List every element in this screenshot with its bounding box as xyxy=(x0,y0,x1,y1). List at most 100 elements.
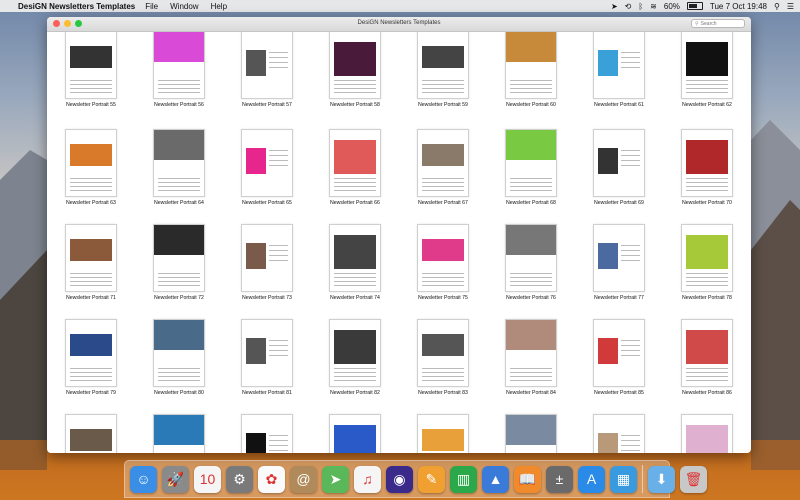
pages-icon[interactable]: ✎ xyxy=(418,465,445,493)
time-machine-icon[interactable]: ⟲ xyxy=(625,2,632,11)
template-item[interactable]: Newsletter Portrait 78 xyxy=(663,222,751,317)
template-thumbnail[interactable] xyxy=(329,224,381,292)
template-item[interactable]: Newsletter Portrait 81 xyxy=(223,317,311,412)
launchpad-icon[interactable]: 🚀 xyxy=(162,465,189,493)
trash-icon[interactable]: 🗑 xyxy=(680,465,707,493)
template-thumbnail[interactable] xyxy=(153,129,205,197)
template-thumbnail[interactable] xyxy=(65,319,117,387)
template-item[interactable] xyxy=(487,412,575,453)
template-thumbnail[interactable] xyxy=(65,414,117,453)
numbers-icon[interactable]: ▥ xyxy=(450,465,477,493)
template-thumbnail[interactable] xyxy=(681,32,733,99)
template-item[interactable]: Newsletter Portrait 76 xyxy=(487,222,575,317)
template-thumbnail[interactable] xyxy=(153,224,205,292)
template-thumbnail[interactable] xyxy=(681,224,733,292)
template-thumbnail[interactable] xyxy=(417,32,469,99)
template-item[interactable]: Newsletter Portrait 64 xyxy=(135,127,223,222)
template-item[interactable] xyxy=(575,412,663,453)
calendar-icon[interactable]: 10 xyxy=(194,465,221,493)
template-thumbnail[interactable] xyxy=(329,414,381,453)
template-thumbnail[interactable] xyxy=(505,414,557,453)
template-item[interactable]: Newsletter Portrait 66 xyxy=(311,127,399,222)
contacts-icon[interactable]: @ xyxy=(290,465,317,493)
maps-icon[interactable]: ➤ xyxy=(322,465,349,493)
template-thumbnail[interactable] xyxy=(329,32,381,99)
itunes-icon[interactable]: ♫ xyxy=(354,465,381,493)
notification-center-icon[interactable]: ☰ xyxy=(787,2,794,11)
template-item[interactable] xyxy=(663,412,751,453)
template-item[interactable]: Newsletter Portrait 65 xyxy=(223,127,311,222)
template-item[interactable]: Newsletter Portrait 86 xyxy=(663,317,751,412)
template-item[interactable]: Newsletter Portrait 84 xyxy=(487,317,575,412)
template-thumbnail[interactable] xyxy=(241,129,293,197)
spotlight-icon[interactable]: ⚲ xyxy=(774,2,780,11)
menu-file[interactable]: File xyxy=(145,2,158,11)
template-thumbnail[interactable] xyxy=(153,414,205,453)
template-item[interactable]: Newsletter Portrait 70 xyxy=(663,127,751,222)
battery-percent[interactable]: 60% xyxy=(664,2,680,11)
search-input[interactable] xyxy=(700,20,745,27)
app-menu[interactable]: DesiGN Newsletters Templates xyxy=(18,2,135,11)
template-item[interactable]: Newsletter Portrait 80 xyxy=(135,317,223,412)
template-item[interactable]: Newsletter Portrait 74 xyxy=(311,222,399,317)
design-newsletters-icon[interactable]: ▦ xyxy=(610,465,637,493)
keynote-icon[interactable]: ▲ xyxy=(482,465,509,493)
template-item[interactable]: Newsletter Portrait 63 xyxy=(47,127,135,222)
template-item[interactable] xyxy=(311,412,399,453)
template-thumbnail[interactable] xyxy=(241,224,293,292)
template-thumbnail[interactable] xyxy=(65,224,117,292)
template-thumbnail[interactable] xyxy=(241,414,293,453)
template-item[interactable]: Newsletter Portrait 55 xyxy=(47,32,135,127)
bluetooth-icon[interactable]: ᛒ xyxy=(638,2,643,11)
template-item[interactable]: Newsletter Portrait 67 xyxy=(399,127,487,222)
template-item[interactable] xyxy=(135,412,223,453)
template-item[interactable]: Newsletter Portrait 62 xyxy=(663,32,751,127)
app-store-icon[interactable]: A xyxy=(578,465,605,493)
battery-icon[interactable] xyxy=(686,2,703,10)
template-thumbnail[interactable] xyxy=(417,319,469,387)
template-item[interactable]: Newsletter Portrait 73 xyxy=(223,222,311,317)
template-thumbnail[interactable] xyxy=(417,129,469,197)
template-item[interactable]: Newsletter Portrait 61 xyxy=(575,32,663,127)
template-thumbnail[interactable] xyxy=(241,319,293,387)
photos-icon[interactable]: ✿ xyxy=(258,465,285,493)
template-item[interactable]: Newsletter Portrait 83 xyxy=(399,317,487,412)
template-thumbnail[interactable] xyxy=(593,224,645,292)
template-thumbnail[interactable] xyxy=(241,32,293,99)
system-preferences-icon[interactable]: ⚙ xyxy=(226,465,253,493)
template-thumbnail[interactable] xyxy=(153,319,205,387)
template-item[interactable]: Newsletter Portrait 60 xyxy=(487,32,575,127)
template-item[interactable]: Newsletter Portrait 69 xyxy=(575,127,663,222)
template-item[interactable]: Newsletter Portrait 75 xyxy=(399,222,487,317)
template-thumbnail[interactable] xyxy=(505,224,557,292)
template-thumbnail[interactable] xyxy=(329,319,381,387)
template-thumbnail[interactable] xyxy=(593,319,645,387)
template-item[interactable]: Newsletter Portrait 56 xyxy=(135,32,223,127)
template-thumbnail[interactable] xyxy=(505,319,557,387)
location-icon[interactable]: ➤ xyxy=(611,2,618,11)
template-item[interactable]: Newsletter Portrait 77 xyxy=(575,222,663,317)
template-item[interactable] xyxy=(399,412,487,453)
template-thumbnail[interactable] xyxy=(593,129,645,197)
template-thumbnail[interactable] xyxy=(65,129,117,197)
template-item[interactable] xyxy=(47,412,135,453)
wifi-icon[interactable]: ≋ xyxy=(650,2,657,11)
template-thumbnail[interactable] xyxy=(505,129,557,197)
template-thumbnail[interactable] xyxy=(329,129,381,197)
template-item[interactable]: Newsletter Portrait 68 xyxy=(487,127,575,222)
template-item[interactable]: Newsletter Portrait 79 xyxy=(47,317,135,412)
finder-icon[interactable]: ☺ xyxy=(130,465,157,493)
template-thumbnail[interactable] xyxy=(417,224,469,292)
template-thumbnail[interactable] xyxy=(681,414,733,453)
template-item[interactable]: Newsletter Portrait 59 xyxy=(399,32,487,127)
template-item[interactable]: Newsletter Portrait 82 xyxy=(311,317,399,412)
search-field[interactable]: ⚲ xyxy=(691,19,745,28)
menu-clock[interactable]: Tue 7 Oct 19:48 xyxy=(710,2,767,11)
template-item[interactable]: Newsletter Portrait 57 xyxy=(223,32,311,127)
template-thumbnail[interactable] xyxy=(65,32,117,99)
calculator-icon[interactable]: ± xyxy=(546,465,573,493)
template-thumbnail[interactable] xyxy=(681,129,733,197)
template-thumbnail[interactable] xyxy=(681,319,733,387)
template-item[interactable]: Newsletter Portrait 71 xyxy=(47,222,135,317)
template-thumbnail[interactable] xyxy=(417,414,469,453)
